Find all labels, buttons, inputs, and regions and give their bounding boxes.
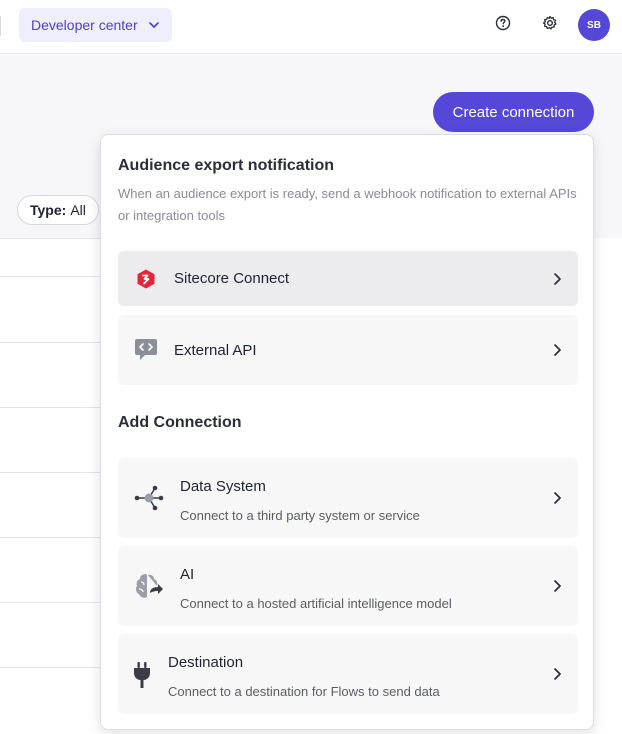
type-filter-value: All <box>70 202 86 218</box>
type-filter[interactable]: Type: All <box>17 195 99 225</box>
gear-icon[interactable] <box>541 14 559 32</box>
table-row-divider <box>0 537 110 538</box>
option-subtitle: Connect to a destination for Flows to se… <box>168 684 440 699</box>
create-connection-menu: Audience export notification When an aud… <box>100 134 594 730</box>
help-icon[interactable] <box>494 14 512 32</box>
topbar-divider <box>0 16 1 36</box>
brain-icon <box>132 570 166 602</box>
table-row-divider <box>0 472 110 473</box>
option-sitecore-connect[interactable]: Sitecore Connect <box>118 251 578 306</box>
option-destination[interactable]: Destination Connect to a destination for… <box>118 634 578 714</box>
table-row-divider <box>0 602 110 603</box>
chevron-right-icon <box>554 668 561 680</box>
chevron-right-icon <box>554 580 561 592</box>
option-ai[interactable]: AI Connect to a hosted artificial intell… <box>118 546 578 626</box>
table-row-divider <box>0 342 110 343</box>
chevron-right-icon <box>554 492 561 504</box>
avatar[interactable]: SB <box>578 9 610 41</box>
option-title: Destination <box>168 654 244 671</box>
sitecore-connect-icon <box>134 267 158 291</box>
option-title: AI <box>180 566 195 583</box>
plug-icon <box>130 660 154 690</box>
top-bar: Developer center SB <box>0 0 622 54</box>
network-icon <box>132 482 166 514</box>
type-filter-label: Type: <box>30 202 67 218</box>
audience-section-title: Audience export notification <box>118 157 335 174</box>
option-subtitle: Connect to a third party system or servi… <box>180 508 420 523</box>
option-label: External API <box>174 342 257 359</box>
audience-section-description: When an audience export is ready, send a… <box>118 186 577 223</box>
option-data-system[interactable]: Data System Connect to a third party sys… <box>118 458 578 538</box>
table-row-divider <box>0 407 110 408</box>
option-subtitle: Connect to a hosted artificial intellige… <box>180 596 452 611</box>
chevron-right-icon <box>554 344 561 356</box>
table-row-divider <box>0 667 110 668</box>
option-external-api[interactable]: External API <box>118 315 578 385</box>
developer-center-button[interactable]: Developer center <box>19 8 172 42</box>
create-connection-button[interactable]: Create connection <box>433 92 594 132</box>
table-row-divider <box>0 276 110 277</box>
chevron-down-icon <box>148 22 159 28</box>
add-connection-section-title: Add Connection <box>118 414 242 431</box>
code-chat-icon <box>132 337 160 363</box>
option-title: Data System <box>180 478 266 495</box>
developer-center-label: Developer center <box>31 17 138 33</box>
chevron-right-icon <box>554 273 561 285</box>
table-divider <box>0 238 110 239</box>
option-label: Sitecore Connect <box>174 270 290 287</box>
